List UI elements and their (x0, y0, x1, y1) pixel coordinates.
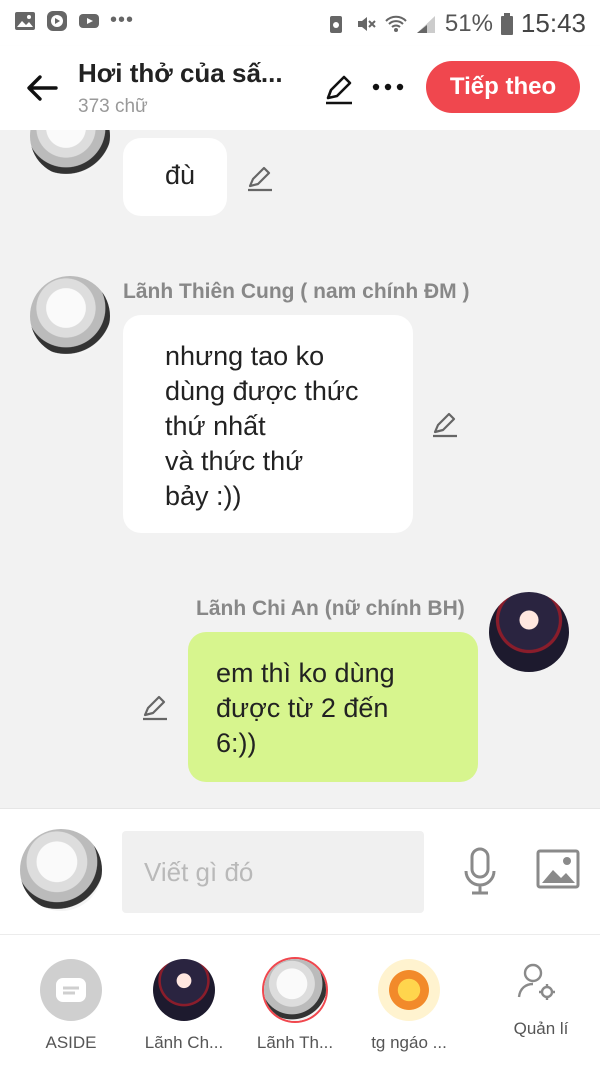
status-left: ••• (14, 9, 134, 32)
nav-label: tg ngáo ... (371, 1033, 447, 1052)
mute-icon (357, 16, 376, 31)
chat-area[interactable]: đù Lãnh Thiên Cung ( nam chính ĐM ) nhưn… (0, 130, 600, 808)
nav-item-character[interactable]: tg ngáo ... (354, 935, 464, 1068)
composer-bar: Viết gì đó (0, 808, 600, 935)
image-upload-icon[interactable] (536, 849, 580, 889)
character-avatar (378, 959, 440, 1021)
nav-item-character[interactable]: Lãnh Th... (240, 935, 350, 1068)
current-character-avatar[interactable] (20, 829, 102, 911)
next-button[interactable]: Tiếp theo (426, 61, 580, 113)
character-avatar (153, 959, 215, 1021)
sender-name: Lãnh Chi An (nữ chính BH) (196, 597, 465, 620)
nav-label: Lãnh Ch... (144, 1033, 224, 1052)
character-bar: ASIDE Lãnh Ch... Lãnh Th... tg ngáo ... … (0, 934, 600, 1068)
character-avatar-selected (264, 959, 326, 1021)
story-title[interactable]: Hơi thở của sấ... (78, 58, 303, 89)
image-icon (15, 11, 35, 30)
battery-icon (500, 12, 513, 35)
status-time: 15:43 (520, 8, 586, 38)
recycle-icon (329, 15, 342, 33)
aside-chat-icon (40, 959, 102, 1021)
top-bar: Hơi thở của sấ... 373 chữ Tiếp theo (0, 46, 600, 130)
more-dots-icon: ••• (110, 9, 135, 31)
message-text: em thì ko dùng được từ 2 đến 6:)) (216, 658, 395, 758)
status-bar: ••• 51% 15:43 (0, 0, 600, 46)
back-arrow-icon[interactable] (22, 68, 62, 108)
nav-label: Lãnh Th... (256, 1033, 334, 1052)
wifi-icon (385, 15, 407, 32)
avatar-girl[interactable] (489, 592, 569, 672)
avatar-boy[interactable] (30, 276, 110, 356)
nav-item-aside[interactable]: ASIDE (16, 935, 126, 1068)
message-bubble[interactable]: nhưng tao ko dùng được thức thứ nhất và … (123, 315, 413, 533)
battery-percent: 51% (444, 9, 493, 37)
avatar-boy[interactable] (30, 130, 110, 176)
message-input[interactable]: Viết gì đó (122, 831, 424, 913)
message-bubble-self[interactable]: em thì ko dùng được từ 2 đến 6:)) (188, 632, 478, 782)
manage-user-settings-icon (517, 963, 555, 1000)
more-options-icon[interactable] (370, 74, 406, 100)
word-count: 373 chữ (78, 96, 148, 117)
video-player-icon (47, 10, 67, 31)
message-text: đù (165, 160, 196, 190)
edit-message-icon[interactable] (140, 692, 170, 722)
signal-icon (416, 15, 435, 33)
nav-item-manage[interactable]: Quản lí (486, 935, 596, 1068)
edit-message-icon[interactable] (430, 409, 460, 439)
nav-item-character[interactable]: Lãnh Ch... (129, 935, 239, 1068)
edit-title-icon[interactable] (322, 72, 356, 106)
youtube-icon (79, 13, 99, 28)
status-right: 51% 15:43 (325, 8, 586, 39)
message-bubble[interactable]: đù (123, 138, 227, 216)
nav-label: ASIDE (45, 1033, 97, 1052)
microphone-icon[interactable] (460, 847, 500, 897)
sender-name: Lãnh Thiên Cung ( nam chính ĐM ) (123, 280, 470, 303)
nav-label: Quản lí (513, 1019, 569, 1038)
edit-message-icon[interactable] (245, 163, 275, 193)
message-text: nhưng tao ko dùng được thức thứ nhất và … (165, 341, 359, 511)
